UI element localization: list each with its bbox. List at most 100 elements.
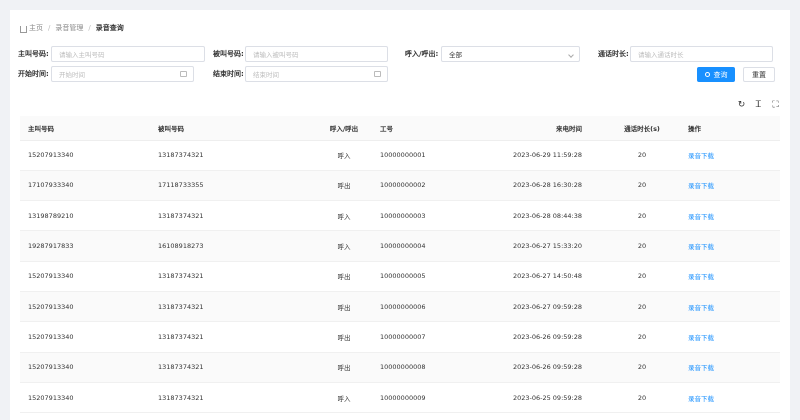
caller-cell: 15207913340 (20, 261, 158, 292)
callee-cell: 13187374321 (158, 140, 308, 171)
callee-cell: 13187374321 (158, 352, 308, 383)
duration-cell: 20 (596, 230, 688, 262)
action-cell: 录音下载 (688, 261, 780, 292)
duration-label: 通话时长: (598, 50, 629, 58)
caller-cell: 19287917833 (20, 230, 158, 262)
download-recording-link[interactable]: 录音下载 (688, 213, 714, 221)
table-row: 15207913340 13187374321 呼出 10000000008 2023-… (20, 352, 780, 383)
start-time-picker[interactable]: 开始时间 (51, 66, 194, 82)
download-recording-link[interactable]: 录音下载 (688, 364, 714, 372)
callee-cell: 13187374321 (158, 291, 308, 323)
call-time-cell: 2023-06-28 08:44:38 (468, 200, 596, 232)
start-time-label: 开始时间: (18, 70, 49, 78)
duration-cell: 20 (596, 352, 688, 383)
table-row: 19287917833 16108918273 呼入 10000000004 2023-… (20, 230, 780, 262)
caller-input[interactable]: 请输入主叫号码 (51, 46, 205, 62)
chevron-down-icon (568, 52, 574, 58)
col-direction: 呼入/呼出 (308, 116, 380, 141)
direction-cell: 呼出 (308, 261, 380, 292)
download-recording-link[interactable]: 录音下载 (688, 334, 714, 342)
direction-cell: 呼出 (308, 321, 380, 353)
duration-input[interactable]: 请输入通话时长 (630, 46, 773, 62)
breadcrumb-section[interactable]: 录音管理 (55, 23, 83, 33)
breadcrumb-current: 录音查询 (95, 24, 124, 32)
col-caller: 主叫号码 (20, 116, 158, 141)
callee-cell: 13187374321 (158, 321, 308, 353)
end-time-picker[interactable]: 结束时间 (245, 66, 388, 82)
download-recording-link[interactable]: 录音下载 (688, 243, 714, 251)
call-time-cell: 2023-06-27 15:33:20 (468, 230, 596, 262)
table-row: 13198789210 13187374321 呼入 10000000003 2023-… (20, 200, 780, 232)
end-time-label: 结束时间: (213, 70, 244, 78)
call-time-cell: 2023-06-25 09:59:28 (468, 382, 596, 414)
direction-cell: 呼入 (308, 140, 380, 171)
action-cell: 录音下载 (688, 352, 780, 383)
table-toolbar: ↻ Ꮖ ⛶ (737, 100, 780, 110)
call-time-cell: 2023-06-26 09:59:28 (468, 352, 596, 383)
search-button[interactable]: 查询 (697, 67, 735, 82)
duration-cell: 20 (596, 200, 688, 232)
search-icon (704, 72, 710, 77)
breadcrumb-home[interactable]: 主页 (29, 23, 43, 33)
col-call-time: 来电时间 (468, 116, 596, 141)
callee-cell: 13187374321 (158, 200, 308, 232)
table-row: 15207913340 13187374321 呼入 10000000001 2023-… (20, 140, 780, 171)
table-header-row: 主叫号码 被叫号码 呼入/呼出 工号 来电时间 通话时长(s) 操作 (20, 116, 780, 141)
duration-cell: 20 (596, 140, 688, 171)
download-recording-link[interactable]: 录音下载 (688, 152, 714, 160)
calendar-icon (374, 71, 381, 77)
direction-label: 呼入/呼出: (405, 50, 439, 58)
caller-cell: 15207913340 (20, 140, 158, 171)
column-height-icon[interactable]: Ꮖ (754, 100, 763, 110)
download-recording-link[interactable]: 录音下载 (688, 273, 714, 281)
action-cell: 录音下载 (688, 321, 780, 353)
calendar-icon (180, 71, 187, 77)
agent-id-cell: 10000000007 (380, 321, 468, 353)
duration-cell: 20 (596, 170, 688, 202)
agent-id-cell: 10000000006 (380, 291, 468, 323)
agent-id-cell: 10000000004 (380, 230, 468, 262)
duration-cell: 20 (596, 261, 688, 292)
direction-cell: 呼入 (308, 382, 380, 414)
caller-cell: 15207913340 (20, 291, 158, 323)
col-duration: 通话时长(s) (596, 116, 688, 141)
home-icon (20, 25, 27, 33)
action-cell: 录音下载 (688, 170, 780, 202)
agent-id-cell: 10000000001 (380, 140, 468, 171)
download-recording-link[interactable]: 录音下载 (688, 395, 714, 403)
table-row: 17107933340 17118733355 呼出 10000000002 2023-… (20, 170, 780, 202)
call-time-cell: 2023-06-27 14:50:48 (468, 261, 596, 292)
caller-label: 主叫号码: (18, 50, 49, 58)
col-agent-id: 工号 (380, 116, 468, 141)
direction-cell: 呼出 (308, 291, 380, 323)
callee-cell: 13187374321 (158, 261, 308, 292)
direction-cell: 呼入 (308, 200, 380, 232)
call-time-cell: 2023-06-27 09:59:28 (468, 291, 596, 323)
caller-cell: 15207913340 (20, 352, 158, 383)
call-time-cell: 2023-06-28 16:30:28 (468, 170, 596, 202)
direction-select[interactable]: 全部 (441, 46, 580, 62)
duration-cell: 20 (596, 291, 688, 323)
reset-button[interactable]: 重置 (743, 67, 775, 82)
download-recording-link[interactable]: 录音下载 (688, 304, 714, 312)
table-row: 15207913340 13187374321 呼出 10000000005 2023-… (20, 261, 780, 292)
filter-row-1: 主叫号码: 请输入主叫号码 被叫号码: 请输入被叫号码 呼入/呼出: 全部 通话… (10, 46, 790, 62)
action-cell: 录音下载 (688, 140, 780, 171)
breadcrumb-separator: / (48, 24, 51, 32)
action-cell: 录音下载 (688, 200, 780, 232)
action-cell: 录音下载 (688, 291, 780, 323)
refresh-icon[interactable]: ↻ (737, 100, 746, 110)
action-cell: 录音下载 (688, 382, 780, 414)
agent-id-cell: 10000000002 (380, 170, 468, 202)
table-row: 15207913340 13187374321 呼出 10000000007 2023-… (20, 321, 780, 353)
agent-id-cell: 10000000008 (380, 352, 468, 383)
table-row: 15207913340 13187374321 呼出 10000000006 2023-… (20, 291, 780, 323)
download-recording-link[interactable]: 录音下载 (688, 182, 714, 190)
agent-id-cell: 10000000009 (380, 382, 468, 414)
records-table: 主叫号码 被叫号码 呼入/呼出 工号 来电时间 通话时长(s) 操作 15207… (20, 116, 780, 414)
filter-row-2: 开始时间: 开始时间 结束时间: 结束时间 查询 重置 (10, 66, 790, 82)
table-row: 15207913340 13187374321 呼入 10000000009 2023-… (20, 382, 780, 414)
callee-input[interactable]: 请输入被叫号码 (245, 46, 388, 62)
col-callee: 被叫号码 (158, 116, 308, 141)
fullscreen-icon[interactable]: ⛶ (771, 100, 780, 110)
